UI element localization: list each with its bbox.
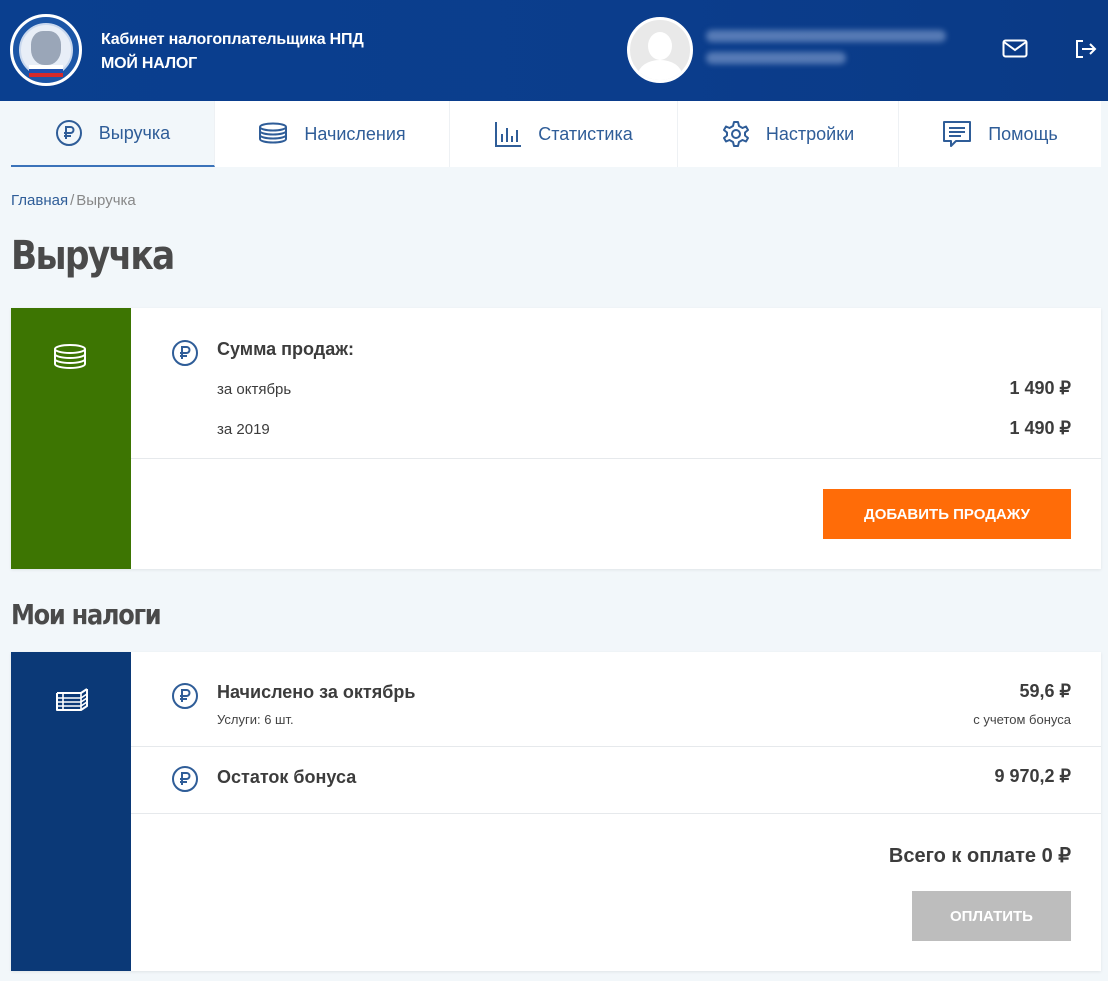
user-name-blurred: [706, 30, 946, 74]
total-to-pay: Всего к оплате 0 ₽: [888, 845, 1071, 867]
accrued-label: Начислено за октябрь: [217, 682, 416, 702]
breadcrumb: Главная / Выручка: [11, 192, 136, 209]
page-title: Выручка: [11, 233, 175, 279]
divider: [131, 458, 1101, 459]
coins-stack-icon: [54, 344, 86, 369]
fns-logo[interactable]: [10, 14, 82, 86]
money-bills-icon: [56, 688, 88, 711]
ruble-circle-icon: [55, 120, 82, 146]
bonus-amount: 9 970,2 ₽: [994, 766, 1071, 786]
breadcrumb-home[interactable]: Главная: [11, 192, 68, 209]
tab-statistics[interactable]: Статистика: [450, 101, 678, 167]
accrued-amount: 59,6 ₽: [1019, 681, 1072, 701]
app-header: Кабинет налогоплательщика НПД МОЙ НАЛОГ: [0, 0, 1108, 101]
sales-year-amount: 1 490 ₽: [1009, 418, 1072, 438]
breadcrumb-current: Выручка: [76, 192, 136, 209]
coins-stack-icon: [259, 122, 288, 144]
taxes-side-panel: [11, 652, 131, 971]
app-title: Кабинет налогоплательщика НПД МОЙ НАЛОГ: [101, 31, 364, 72]
tab-help[interactable]: Помощь: [899, 101, 1101, 167]
breadcrumb-separator: /: [70, 192, 75, 209]
taxes-card: Начислено за октябрь Услуги: 6 шт. 59,6 …: [11, 652, 1101, 971]
sales-side-panel: [11, 308, 131, 569]
accrued-note: с учетом бонуса: [973, 712, 1071, 727]
gear-icon: [722, 121, 749, 147]
ruble-circle-icon: [172, 683, 198, 709]
divider: [131, 746, 1101, 747]
tab-settings[interactable]: Настройки: [678, 101, 899, 167]
bar-chart-icon: [495, 122, 522, 147]
ruble-circle-icon: [172, 340, 198, 366]
main-nav: Выручка Начисления Статистика Настройки …: [11, 101, 1101, 167]
sales-year-label: за 2019: [217, 421, 270, 438]
tab-accruals[interactable]: Начисления: [215, 101, 450, 167]
sales-heading: Сумма продаж:: [217, 339, 354, 359]
sales-month-amount: 1 490 ₽: [1009, 378, 1072, 398]
tab-revenue[interactable]: Выручка: [11, 101, 215, 167]
avatar[interactable]: [627, 17, 693, 83]
section-title-taxes: Мои налоги: [11, 598, 162, 631]
divider: [131, 813, 1101, 814]
help-message-icon: [943, 121, 972, 147]
pay-button[interactable]: ОПЛАТИТЬ: [912, 891, 1071, 941]
add-sale-button[interactable]: ДОБАВИТЬ ПРОДАЖУ: [823, 489, 1071, 539]
ruble-circle-icon: [172, 766, 198, 792]
bonus-label: Остаток бонуса: [217, 767, 357, 787]
sales-card: Сумма продаж: за октябрь 1 490 ₽ за 2019…: [11, 308, 1101, 569]
sales-month-label: за октябрь: [217, 381, 292, 398]
accrued-services-count: Услуги: 6 шт.: [217, 712, 294, 727]
mail-icon[interactable]: [1002, 38, 1028, 60]
logout-icon[interactable]: [1074, 38, 1098, 60]
